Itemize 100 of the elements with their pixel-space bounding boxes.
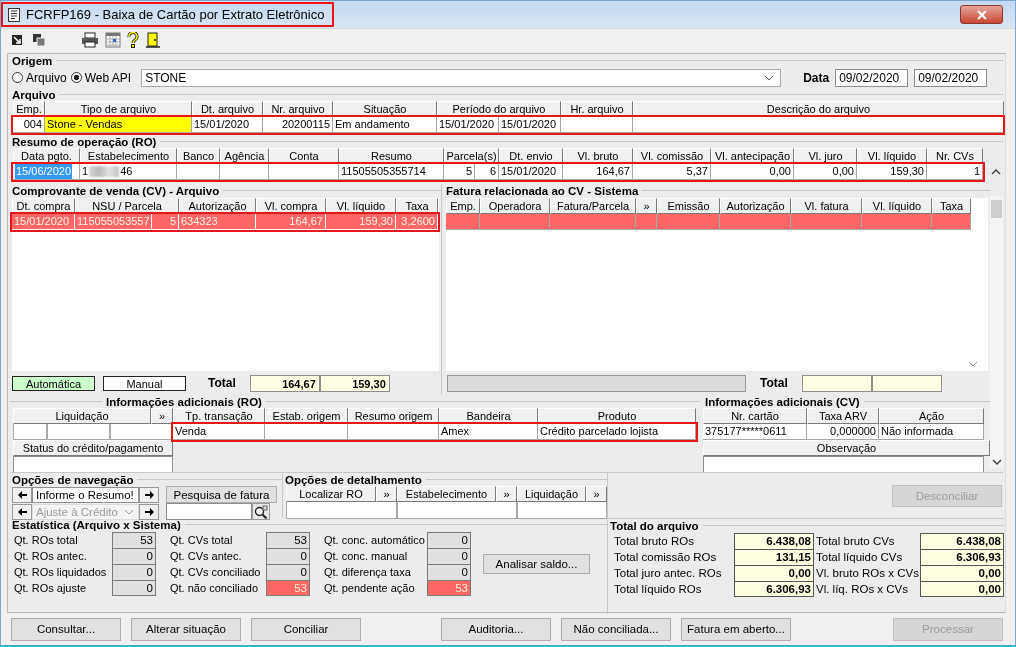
resumo-field[interactable]: Informe o Resumo! bbox=[32, 486, 139, 503]
table-row[interactable]: 15/06/2020 1 46 11505505355714 5 6 15/01/2020 164,67 5,37 0,00 0,00 159,30 1 bbox=[13, 164, 983, 180]
total-label: Total líquido ROs bbox=[614, 583, 703, 595]
table-cell: 159,30 bbox=[326, 214, 396, 230]
stat-label: Qt. CVs conciliado bbox=[170, 566, 262, 578]
search-field[interactable] bbox=[166, 503, 253, 520]
radio-label[interactable]: Web API bbox=[84, 70, 132, 85]
search-invoice-button[interactable]: Pesquisa de fatura bbox=[166, 486, 277, 503]
stat-label: Qt. CVs antec. bbox=[170, 550, 243, 562]
analyze-button[interactable]: Analisar saldo... bbox=[483, 554, 590, 574]
section-legend: Arquivo bbox=[10, 88, 58, 101]
expand-button[interactable]: » bbox=[151, 408, 173, 424]
total-label: Total bruto CVs bbox=[816, 535, 896, 547]
table-cell bbox=[13, 424, 47, 440]
search-button[interactable] bbox=[252, 503, 270, 520]
stat-value: 53 bbox=[112, 532, 156, 548]
table-cell: 115055053557 bbox=[75, 214, 152, 230]
door-icon[interactable] bbox=[145, 32, 161, 48]
radio-button[interactable] bbox=[12, 72, 23, 83]
scroll-down-icon[interactable] bbox=[991, 459, 1002, 465]
scrollbar-thumb[interactable] bbox=[991, 200, 1002, 218]
column-header[interactable]: Estabelecimento bbox=[397, 486, 496, 502]
stat-label: Qt. ROs total bbox=[14, 534, 79, 546]
action-button[interactable]: Alterar situação bbox=[131, 617, 241, 641]
table-cell bbox=[561, 117, 633, 133]
action-button[interactable]: Consultar... bbox=[11, 617, 121, 641]
expand-button[interactable]: » bbox=[496, 486, 517, 502]
column-header: Taxa bbox=[932, 198, 971, 214]
stat-value: 53 bbox=[266, 532, 310, 548]
total-field bbox=[871, 374, 942, 392]
date-field[interactable]: 09/02/2020 bbox=[835, 68, 909, 87]
radio-option[interactable]: Arquivo bbox=[12, 70, 67, 85]
expand-button[interactable]: » bbox=[586, 486, 607, 502]
total-label: Total bbox=[208, 376, 236, 390]
previous-button[interactable] bbox=[12, 486, 32, 503]
stat-label: Qt. conc. automático bbox=[324, 534, 426, 546]
table-cell: 15/01/2020 bbox=[499, 164, 563, 180]
column-header: Fatura/Parcela bbox=[550, 198, 636, 214]
column-header: Emp. bbox=[446, 198, 480, 214]
action-button[interactable]: Conciliar bbox=[251, 617, 361, 641]
table-cell: 5,37 bbox=[633, 164, 711, 180]
table-cell: 004 bbox=[13, 117, 45, 133]
section-legend: Origem bbox=[10, 54, 55, 67]
radio-option[interactable]: Web API bbox=[70, 70, 132, 85]
table-cell: Não informada bbox=[879, 424, 984, 440]
table-row[interactable]: 004 Stone - Vendas 15/01/2020 20200115 Em andamento 15/01/2020 15/01/2020 bbox=[13, 117, 1003, 133]
table-cell: Venda bbox=[173, 424, 265, 440]
windows-icon[interactable] bbox=[31, 32, 47, 48]
stat-label: Qt. não conciliado bbox=[170, 582, 260, 594]
table-cell: 15/01/2020 bbox=[437, 117, 499, 133]
stat-label: Qt. CVs total bbox=[170, 534, 234, 546]
column-header: Taxa ARV bbox=[807, 408, 879, 424]
action-button[interactable]: Fatura em aberto... bbox=[681, 617, 791, 641]
operator-dropdown[interactable]: STONE bbox=[141, 68, 782, 87]
table-row[interactable]: Venda Amex Crédito parcelado lojista bbox=[173, 424, 696, 440]
help-icon[interactable] bbox=[127, 32, 139, 48]
section-legend: Informações adicionais (CV) bbox=[703, 395, 862, 408]
table-cell: 164,67 bbox=[256, 214, 326, 230]
table-cell: 0,000000 bbox=[807, 424, 879, 440]
total-field bbox=[801, 374, 872, 392]
calendar-icon[interactable] bbox=[105, 32, 121, 48]
table-cell: 0,00 bbox=[794, 164, 857, 180]
previous-button[interactable] bbox=[12, 503, 32, 520]
stat-label: Qt. conc. manual bbox=[324, 550, 409, 562]
scrollbar[interactable] bbox=[990, 196, 1003, 468]
column-header: Emissão bbox=[657, 198, 720, 214]
column-header: Ação bbox=[879, 408, 984, 424]
stat-value: 0 bbox=[112, 564, 156, 580]
scroll-up-icon[interactable] bbox=[991, 169, 1001, 175]
radio-button[interactable] bbox=[70, 72, 82, 83]
column-header[interactable]: Liquidação bbox=[517, 486, 586, 502]
date-field[interactable]: 09/02/2020 bbox=[914, 68, 988, 87]
printer-icon[interactable] bbox=[81, 32, 99, 48]
total-value: 131,15 bbox=[734, 549, 814, 565]
table-cell bbox=[177, 164, 220, 180]
total-label: Total bbox=[760, 376, 788, 390]
chevron-down-icon bbox=[124, 508, 134, 515]
next-button[interactable] bbox=[139, 486, 159, 503]
close-button[interactable] bbox=[960, 5, 1003, 24]
filter-field[interactable] bbox=[286, 502, 397, 519]
action-button[interactable]: Auditoria... bbox=[441, 617, 551, 641]
column-header: Observação bbox=[703, 440, 990, 456]
stat-label: Qt. ROs antec. bbox=[14, 550, 88, 562]
expand-button[interactable]: » bbox=[376, 486, 397, 502]
section-legend: Fatura relacionada ao CV - Sistema bbox=[444, 184, 641, 197]
table-cell: Crédito parcelado lojista bbox=[538, 424, 696, 440]
next-button[interactable] bbox=[139, 503, 159, 520]
section-legend: Comprovante de venda (CV) - Arquivo bbox=[10, 184, 222, 197]
table-cell: 15/01/2020 bbox=[192, 117, 263, 133]
total-label: Total juro antec. ROs bbox=[614, 567, 723, 579]
section-legend: Opções de detalhamento bbox=[283, 473, 424, 486]
section-legend: Estatística (Arquivo x Sistema) bbox=[10, 518, 183, 531]
filter-field[interactable] bbox=[397, 502, 517, 519]
legend-swatch: Manual bbox=[103, 375, 186, 391]
search-icon bbox=[254, 504, 269, 519]
table-cell: 634323 bbox=[179, 214, 256, 230]
filter-field[interactable] bbox=[517, 502, 607, 519]
column-header[interactable]: Localizar RO bbox=[286, 486, 376, 502]
radio-label[interactable]: Arquivo bbox=[26, 70, 67, 85]
action-button[interactable]: Não conciliada... bbox=[561, 617, 671, 641]
